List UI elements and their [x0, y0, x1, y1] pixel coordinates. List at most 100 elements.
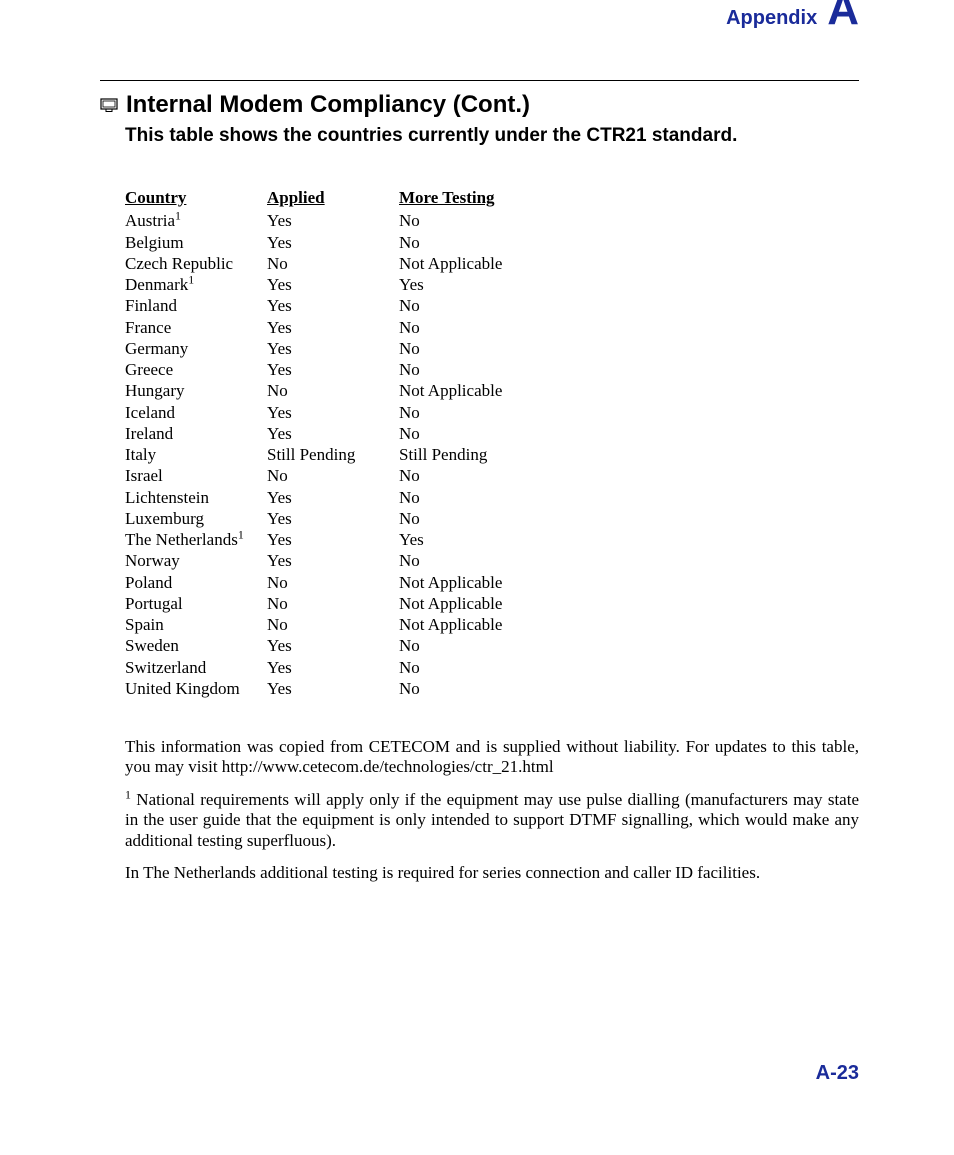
cell-more-testing: No: [399, 550, 599, 571]
table-row: LichtensteinYesNo: [125, 487, 859, 508]
cell-applied: No: [267, 253, 399, 274]
cell-country: Iceland: [125, 402, 267, 423]
cell-more-testing: No: [399, 210, 599, 231]
cell-country: Israel: [125, 465, 267, 486]
cell-more-testing: No: [399, 635, 599, 656]
cell-applied: Yes: [267, 550, 399, 571]
appendix-label: Appendix: [726, 8, 817, 28]
table-row: The Netherlands1YesYes: [125, 529, 859, 550]
table-row: NorwayYesNo: [125, 550, 859, 571]
cell-applied: Yes: [267, 338, 399, 359]
table-row: LuxemburgYesNo: [125, 508, 859, 529]
cell-more-testing: No: [399, 678, 599, 699]
table-row: HungaryNoNot Applicable: [125, 380, 859, 401]
cell-more-testing: No: [399, 508, 599, 529]
cell-more-testing: Not Applicable: [399, 593, 599, 614]
cell-applied: Yes: [267, 232, 399, 253]
cell-country: Germany: [125, 338, 267, 359]
appendix-header: Appendix A: [100, 0, 859, 32]
cell-more-testing: Not Applicable: [399, 380, 599, 401]
table-row: Czech RepublicNoNot Applicable: [125, 253, 859, 274]
table-row: PolandNoNot Applicable: [125, 572, 859, 593]
table-row: SpainNoNot Applicable: [125, 614, 859, 635]
header-rule: [100, 80, 859, 81]
table-row: FinlandYesNo: [125, 295, 859, 316]
cell-more-testing: Still Pending: [399, 444, 599, 465]
cell-applied: Yes: [267, 657, 399, 678]
cell-country: United Kingdom: [125, 678, 267, 699]
cell-applied: Yes: [267, 295, 399, 316]
table-row: FranceYesNo: [125, 317, 859, 338]
table-row: IsraelNoNo: [125, 465, 859, 486]
table-row: IcelandYesNo: [125, 402, 859, 423]
page-subtitle: This table shows the countries currently…: [125, 125, 859, 147]
cell-country: Hungary: [125, 380, 267, 401]
cell-more-testing: Yes: [399, 274, 599, 295]
table-row: Austria1YesNo: [125, 210, 859, 231]
cell-more-testing: Not Applicable: [399, 614, 599, 635]
table-row: IrelandYesNo: [125, 423, 859, 444]
cell-more-testing: No: [399, 232, 599, 253]
table-row: GermanyYesNo: [125, 338, 859, 359]
footnote-text: National requirements will apply only if…: [125, 790, 859, 850]
cell-country: Luxemburg: [125, 508, 267, 529]
cell-country: Greece: [125, 359, 267, 380]
cell-more-testing: No: [399, 359, 599, 380]
table-row: BelgiumYesNo: [125, 232, 859, 253]
col-header-more-testing: More Testing: [399, 187, 599, 208]
cell-country: France: [125, 317, 267, 338]
country-footnote-marker: 1: [175, 209, 181, 223]
cell-applied: No: [267, 593, 399, 614]
cell-applied: Yes: [267, 317, 399, 338]
cell-applied: Yes: [267, 678, 399, 699]
table-row: Denmark1YesYes: [125, 274, 859, 295]
country-footnote-marker: 1: [188, 272, 194, 286]
page-title: Internal Modem Compliancy (Cont.): [126, 91, 530, 119]
country-footnote-marker: 1: [238, 527, 244, 541]
cell-more-testing: No: [399, 465, 599, 486]
cell-country: Lichtenstein: [125, 487, 267, 508]
cell-applied: No: [267, 380, 399, 401]
footnote-paragraph: 1 National requirements will apply only …: [125, 790, 859, 851]
table-row: GreeceYesNo: [125, 359, 859, 380]
cell-country: Finland: [125, 295, 267, 316]
cell-applied: No: [267, 614, 399, 635]
cell-country: The Netherlands1: [125, 529, 267, 550]
page-number: A-23: [816, 1062, 859, 1085]
cell-applied: Yes: [267, 359, 399, 380]
cell-applied: Yes: [267, 529, 399, 550]
table-row: ItalyStill PendingStill Pending: [125, 444, 859, 465]
cell-applied: No: [267, 465, 399, 486]
cell-country: Spain: [125, 614, 267, 635]
cell-country: Belgium: [125, 232, 267, 253]
cell-country: Austria1: [125, 210, 267, 231]
table-row: SwitzerlandYesNo: [125, 657, 859, 678]
cell-applied: No: [267, 572, 399, 593]
table-row: United KingdomYesNo: [125, 678, 859, 699]
cell-more-testing: No: [399, 657, 599, 678]
cell-more-testing: No: [399, 317, 599, 338]
cell-more-testing: No: [399, 402, 599, 423]
cell-applied: Yes: [267, 508, 399, 529]
cell-applied: Yes: [267, 487, 399, 508]
cell-applied: Yes: [267, 423, 399, 444]
cell-more-testing: No: [399, 338, 599, 359]
cell-country: Czech Republic: [125, 253, 267, 274]
netherlands-paragraph: In The Netherlands additional testing is…: [125, 863, 859, 883]
cell-more-testing: No: [399, 423, 599, 444]
cell-country: Portugal: [125, 593, 267, 614]
col-header-applied: Applied: [267, 187, 399, 208]
monitor-icon: [100, 98, 118, 113]
table-row: SwedenYesNo: [125, 635, 859, 656]
cell-country: Norway: [125, 550, 267, 571]
cell-more-testing: No: [399, 487, 599, 508]
cell-more-testing: No: [399, 295, 599, 316]
cell-applied: Still Pending: [267, 444, 399, 465]
cell-country: Poland: [125, 572, 267, 593]
cell-more-testing: Yes: [399, 529, 599, 550]
compliance-table: Country Applied More Testing Austria1Yes…: [125, 187, 859, 699]
table-header-row: Country Applied More Testing: [125, 187, 859, 208]
source-paragraph: This information was copied from CETECOM…: [125, 737, 859, 778]
cell-more-testing: Not Applicable: [399, 572, 599, 593]
cell-applied: Yes: [267, 635, 399, 656]
